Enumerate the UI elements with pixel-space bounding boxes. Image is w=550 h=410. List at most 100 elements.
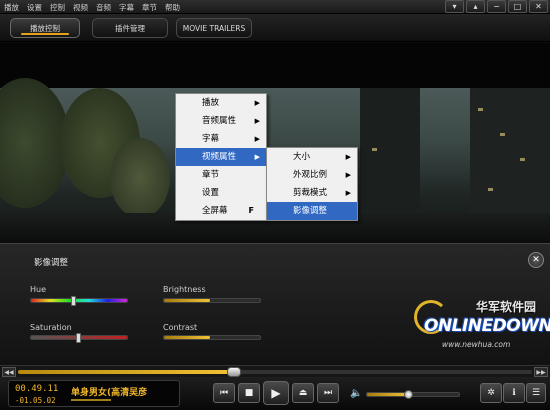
tab-plugin-manager[interactable]: 插件管理 bbox=[92, 18, 168, 38]
letterbox bbox=[0, 43, 550, 88]
seek-track[interactable] bbox=[18, 367, 532, 377]
menu-video[interactable]: 视频 bbox=[73, 2, 88, 13]
ctx-item-label: 全屏幕 bbox=[202, 206, 228, 216]
hue-slider-thumb[interactable] bbox=[71, 296, 77, 306]
minimize-button[interactable]: − bbox=[487, 0, 506, 13]
panel-title: 影像调整 bbox=[34, 258, 69, 268]
tab-playback-control[interactable]: 播放控制 bbox=[10, 18, 80, 38]
logo-brand-text: ONLINEDOWN bbox=[424, 316, 550, 336]
lcd-display: 00.49.11 -01.05.02 单身男女(高清吴彦 bbox=[8, 380, 180, 407]
volume-icon[interactable]: 🔈 bbox=[350, 388, 362, 399]
logo-url-text: www.newhua.com bbox=[442, 340, 511, 349]
submenu-item-image-adjust[interactable]: 影像调整 bbox=[267, 202, 357, 220]
submenu-item-label: 影像调整 bbox=[293, 206, 328, 216]
video-properties-submenu: 大小 ▶ 外观比例 ▶ 剪裁模式 ▶ 影像调整 bbox=[266, 147, 358, 221]
ctx-item-label: 章节 bbox=[202, 170, 220, 180]
logo-chinese-text: 华军软件园 bbox=[475, 300, 536, 314]
seek-back-button[interactable]: ◀◀ bbox=[2, 367, 16, 377]
stop-button[interactable]: ■ bbox=[238, 383, 260, 403]
playlist-button[interactable]: ☰ bbox=[526, 383, 546, 403]
window-light bbox=[488, 188, 493, 191]
info-icon: ℹ bbox=[512, 388, 516, 398]
close-button[interactable]: ✕ bbox=[529, 0, 548, 13]
seek-thumb[interactable] bbox=[226, 367, 241, 377]
ctx-item-label: 字幕 bbox=[202, 134, 220, 144]
menu-chapter[interactable]: 章节 bbox=[142, 2, 157, 13]
ctx-item-label: 视频属性 bbox=[202, 152, 237, 162]
video-area[interactable]: 播放 ▶ 音频属性 ▶ 字幕 ▶ 视频属性 ▶ 章节 设置 全屏幕 F 大小 ▶ bbox=[0, 43, 550, 243]
ctx-item-label: 音频属性 bbox=[202, 116, 237, 126]
submenu-arrow-icon: ▶ bbox=[254, 117, 260, 125]
control-bar: 00.49.11 -01.05.02 单身男女(高清吴彦 ⏮ ■ ▶ ⏏ ⏭ 🔈… bbox=[0, 377, 550, 410]
panel-close-icon[interactable]: ✕ bbox=[528, 252, 544, 268]
menu-subtitle[interactable]: 字幕 bbox=[119, 2, 134, 13]
submenu-item-label: 外观比例 bbox=[293, 170, 328, 180]
compact-mode-button[interactable]: ▴ bbox=[466, 0, 485, 13]
tab-movie-trailers[interactable]: MOVIE TRAILERS bbox=[176, 18, 252, 38]
previous-icon: ⏮ bbox=[219, 388, 229, 398]
stop-icon: ■ bbox=[244, 388, 254, 398]
window-light bbox=[520, 158, 525, 161]
submenu-item-label: 剪裁模式 bbox=[293, 188, 328, 198]
ctx-item-fullscreen[interactable]: 全屏幕 F bbox=[176, 202, 266, 220]
window-buttons: ▾ ▴ − □ ✕ bbox=[445, 0, 548, 13]
maximize-button[interactable]: □ bbox=[508, 0, 527, 13]
brightness-slider-fill bbox=[164, 299, 211, 302]
menu-bar: 播放 设置 控制 视频 音频 字幕 章节 帮助 ▾ ▴ − □ ✕ bbox=[0, 0, 550, 14]
ctx-item-subtitle[interactable]: 字幕 ▶ bbox=[176, 130, 266, 148]
hue-slider[interactable] bbox=[30, 296, 128, 306]
ctx-item-chapter[interactable]: 章节 bbox=[176, 166, 266, 184]
menu-settings[interactable]: 设置 bbox=[27, 2, 42, 13]
submenu-arrow-icon: ▶ bbox=[345, 153, 351, 161]
tab-strip: 播放控制 插件管理 MOVIE TRAILERS bbox=[0, 14, 550, 42]
submenu-item-aspect-ratio[interactable]: 外观比例 ▶ bbox=[267, 166, 357, 184]
seek-forward-button[interactable]: ▶▶ bbox=[534, 367, 548, 377]
saturation-label: Saturation bbox=[30, 323, 72, 332]
elapsed-time: 00.49.11 bbox=[15, 384, 59, 394]
eject-button[interactable]: ⏏ bbox=[292, 383, 314, 403]
ctx-item-video-properties[interactable]: 视频属性 ▶ bbox=[176, 148, 266, 166]
submenu-arrow-icon: ▶ bbox=[254, 135, 260, 143]
window-light bbox=[372, 148, 377, 151]
submenu-item-label: 大小 bbox=[293, 152, 311, 162]
volume-fill bbox=[367, 393, 409, 396]
playlist-icon: ☰ bbox=[531, 388, 541, 398]
saturation-slider-thumb[interactable] bbox=[76, 333, 81, 343]
ctx-item-audio-properties[interactable]: 音频属性 ▶ bbox=[176, 112, 266, 130]
remaining-time: -01.05.02 bbox=[15, 396, 56, 405]
submenu-arrow-icon: ▶ bbox=[254, 153, 260, 161]
settings-icon: ✲ bbox=[487, 388, 495, 398]
window-light bbox=[478, 108, 483, 111]
info-button[interactable]: ℹ bbox=[503, 383, 525, 403]
ctx-item-label: 播放 bbox=[202, 98, 220, 108]
volume-slider[interactable] bbox=[366, 390, 460, 399]
contrast-slider-fill bbox=[164, 336, 211, 339]
onlinedown-logo: 华军软件园 ONLINEDOWN www.newhua.com bbox=[414, 296, 550, 360]
menu-audio[interactable]: 音频 bbox=[96, 2, 111, 13]
hue-slider-fill bbox=[31, 299, 127, 302]
submenu-item-crop-mode[interactable]: 剪裁模式 ▶ bbox=[267, 184, 357, 202]
contrast-slider[interactable] bbox=[163, 335, 261, 340]
ctx-item-settings[interactable]: 设置 bbox=[176, 184, 266, 202]
eject-icon: ⏏ bbox=[298, 388, 308, 398]
submenu-item-size[interactable]: 大小 ▶ bbox=[267, 148, 357, 166]
previous-button[interactable]: ⏮ bbox=[213, 383, 235, 403]
menu-help[interactable]: 帮助 bbox=[165, 2, 180, 13]
submenu-arrow-icon: ▶ bbox=[345, 189, 351, 197]
menu-play[interactable]: 播放 bbox=[4, 2, 19, 13]
ctx-item-play[interactable]: 播放 ▶ bbox=[176, 94, 266, 112]
next-button[interactable]: ⏭ bbox=[317, 383, 339, 403]
menu-control[interactable]: 控制 bbox=[50, 2, 65, 13]
volume-thumb[interactable] bbox=[404, 390, 414, 399]
play-button[interactable]: ▶ bbox=[263, 381, 289, 405]
saturation-slider[interactable] bbox=[30, 333, 128, 343]
brightness-label: Brightness bbox=[163, 285, 206, 294]
image-adjust-panel: 影像调整 ✕ Hue Brightness Saturation Contras… bbox=[0, 243, 550, 365]
settings-button[interactable]: ✲ bbox=[480, 383, 502, 403]
title-underline bbox=[71, 399, 111, 401]
skin-menu-button[interactable]: ▾ bbox=[445, 0, 464, 13]
contrast-label: Contrast bbox=[163, 323, 198, 332]
tree-shape bbox=[110, 138, 170, 218]
play-icon: ▶ bbox=[271, 386, 281, 400]
brightness-slider[interactable] bbox=[163, 298, 261, 303]
